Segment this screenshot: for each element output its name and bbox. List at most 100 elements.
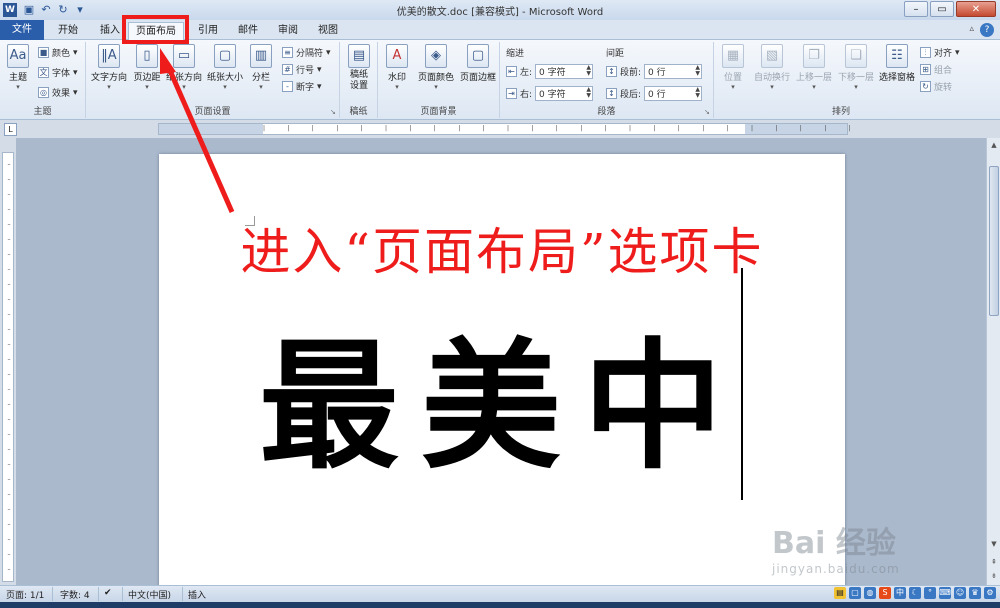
tab-home[interactable]: 开始	[50, 22, 86, 40]
ime-keyboard-icon[interactable]: ⌨	[939, 587, 951, 599]
tab-selector-icon[interactable]: L	[4, 123, 17, 136]
ime-moon-icon[interactable]: ☾	[909, 587, 921, 599]
document-page[interactable]: 进入“页面布局”选项卡 最美中	[159, 154, 845, 585]
vruler-tick: –	[7, 236, 11, 243]
ime-punct-icon[interactable]: °	[924, 587, 936, 599]
send-backward-button[interactable]: ❏ 下移一层 ▾	[836, 44, 876, 91]
align-button[interactable]: ⫶ 对齐 ▾	[920, 46, 960, 59]
indent-left-row: ⇤ 左: 0 字符 ▲ ▼	[506, 64, 594, 79]
group-page-background: A 水印 ▾ ◈ 页面颜色 ▾ ▢ 页面边框 页面背景	[378, 42, 500, 118]
ruler-tick: |	[409, 125, 412, 132]
status-word-count[interactable]: 字数: 4	[60, 588, 90, 601]
page-setup-launcher-icon[interactable]: ↘	[330, 109, 337, 116]
page-color-icon: ◈	[425, 44, 447, 68]
tab-highlight-box	[122, 15, 189, 44]
tab-view[interactable]: 视图	[310, 22, 346, 40]
minimize-button[interactable]: –	[904, 1, 928, 17]
full-screen-view-icon[interactable]: ▢	[849, 587, 861, 599]
ruler-tick: |	[629, 125, 632, 132]
position-button[interactable]: ▦ 位置 ▾	[718, 44, 748, 91]
spacing-before-stepper[interactable]: ▲ ▼	[695, 65, 700, 77]
print-layout-view-icon[interactable]: ▤	[834, 587, 846, 599]
group-theme: Aa 主题 ▾ ■ 颜色 ▾ 文字体 ▾ ◎ 效果 ▾ 主题	[0, 42, 86, 118]
spacing-after-stepper[interactable]: ▲ ▼	[695, 87, 700, 99]
help-icon[interactable]: ?	[980, 23, 994, 37]
tab-review[interactable]: 审阅	[270, 22, 306, 40]
ruler-left-margin	[159, 124, 263, 134]
manuscript-settings-button[interactable]: ▤ 稿纸设置	[344, 44, 374, 92]
scroll-down-icon[interactable]: ▼	[988, 538, 1000, 550]
bring-forward-button[interactable]: ❐ 上移一层 ▾	[794, 44, 834, 91]
vruler-tick: –	[7, 491, 11, 498]
theme-colors-button[interactable]: ■ 颜色 ▾	[38, 46, 78, 59]
tab-mailings[interactable]: 邮件	[230, 22, 266, 40]
minimize-ribbon-icon[interactable]: ▵	[969, 24, 974, 34]
vertical-ruler[interactable]: – – – – – – – – – – – – – – – – – – – – – – – – – – – –	[2, 152, 14, 582]
status-language[interactable]: 中文(中国)	[128, 588, 171, 601]
proofing-icon[interactable]: ✔	[104, 588, 112, 598]
vertical-scrollbar[interactable]: ▲ ▼ ⇞ ⇟	[986, 138, 1000, 585]
sogou-ime-icon[interactable]: S	[879, 587, 891, 599]
document-body-text[interactable]: 最美中	[259, 294, 745, 496]
text-cursor	[741, 268, 743, 500]
text-direction-icon: ‖A	[98, 44, 120, 68]
status-insert-mode[interactable]: 插入	[188, 588, 206, 601]
watermark-button[interactable]: A 水印 ▾	[382, 44, 412, 91]
vruler-tick: –	[7, 536, 11, 543]
tab-references[interactable]: 引用	[190, 22, 226, 40]
theme-fonts-button[interactable]: 文字体 ▾	[38, 66, 78, 79]
hyphenation-button[interactable]: - 断字 ▾	[282, 80, 322, 93]
wrap-text-button[interactable]: ▧ 自动换行 ▾	[752, 44, 792, 91]
ruler-tick: |	[604, 125, 607, 132]
indent-left-icon: ⇤	[506, 66, 517, 77]
columns-button[interactable]: ▥ 分栏 ▾	[248, 44, 274, 91]
line-numbers-icon: #	[282, 64, 293, 75]
spacing-before-input[interactable]: 0 行 ▲ ▼	[644, 64, 703, 79]
rotate-button[interactable]: ↻ 旋转	[920, 80, 952, 93]
group-objects-button[interactable]: ⊞ 组合	[920, 63, 952, 76]
page-color-button[interactable]: ◈ 页面颜色 ▾	[416, 44, 456, 91]
ime-chinese-icon[interactable]: 中	[894, 587, 906, 599]
next-page-icon[interactable]: ⇟	[988, 570, 1000, 582]
effects-icon: ◎	[38, 87, 49, 98]
vruler-tick: –	[7, 566, 11, 573]
orientation-button[interactable]: ▭ 纸张方向 ▾	[166, 44, 202, 91]
group-label-page-setup: 页面设置	[194, 107, 231, 117]
close-button[interactable]: ✕	[956, 1, 996, 17]
previous-page-icon[interactable]: ⇞	[988, 556, 1000, 568]
ruler-tick: |	[531, 125, 534, 132]
paragraph-launcher-icon[interactable]: ↘	[704, 109, 711, 116]
indent-right-stepper[interactable]: ▲ ▼	[586, 87, 591, 99]
spacing-after-input[interactable]: 0 行 ▲ ▼	[644, 86, 703, 101]
ruler-tick: |	[653, 125, 656, 132]
themes-button[interactable]: Aa 主题 ▾	[4, 44, 32, 91]
ime-shirt-icon[interactable]: ♛	[969, 587, 981, 599]
page-border-button[interactable]: ▢ 页面边框	[458, 44, 498, 83]
ime-user-icon[interactable]: ☺	[954, 587, 966, 599]
ruler-tick: |	[287, 125, 290, 132]
position-icon: ▦	[722, 44, 744, 68]
breaks-button[interactable]: ≡ 分隔符 ▾	[282, 46, 331, 59]
vruler-tick: –	[7, 266, 11, 273]
margins-button[interactable]: ▯ 页边距 ▾	[132, 44, 162, 91]
ruler-tick: |	[482, 125, 485, 132]
horizontal-ruler[interactable]: | | | | | | | | | | | | | | | | | | | | | | | | |	[158, 123, 851, 135]
selection-pane-button[interactable]: ☷ 选择窗格	[876, 44, 918, 83]
window-controls: – ▭ ✕	[904, 1, 996, 17]
web-layout-view-icon[interactable]: ◍	[864, 587, 876, 599]
maximize-button[interactable]: ▭	[930, 1, 954, 17]
indent-left-input[interactable]: 0 字符 ▲ ▼	[535, 64, 594, 79]
indent-left-stepper[interactable]: ▲ ▼	[586, 65, 591, 77]
theme-effects-button[interactable]: ◎ 效果 ▾	[38, 86, 78, 99]
ime-settings-icon[interactable]: ⚙	[984, 587, 996, 599]
status-page[interactable]: 页面: 1/1	[6, 588, 44, 601]
indent-right-input[interactable]: 0 字符 ▲ ▼	[535, 86, 594, 101]
tab-file[interactable]: 文件	[0, 20, 44, 40]
line-numbers-button[interactable]: # 行号 ▾	[282, 63, 322, 76]
scrollbar-thumb[interactable]	[989, 166, 999, 316]
scroll-up-icon[interactable]: ▲	[988, 139, 1000, 151]
send-backward-icon: ❏	[845, 44, 867, 68]
paper-size-button[interactable]: ▢ 纸张大小 ▾	[206, 44, 244, 91]
vruler-tick: –	[7, 206, 11, 213]
text-direction-button[interactable]: ‖A 文字方向 ▾	[90, 44, 128, 91]
